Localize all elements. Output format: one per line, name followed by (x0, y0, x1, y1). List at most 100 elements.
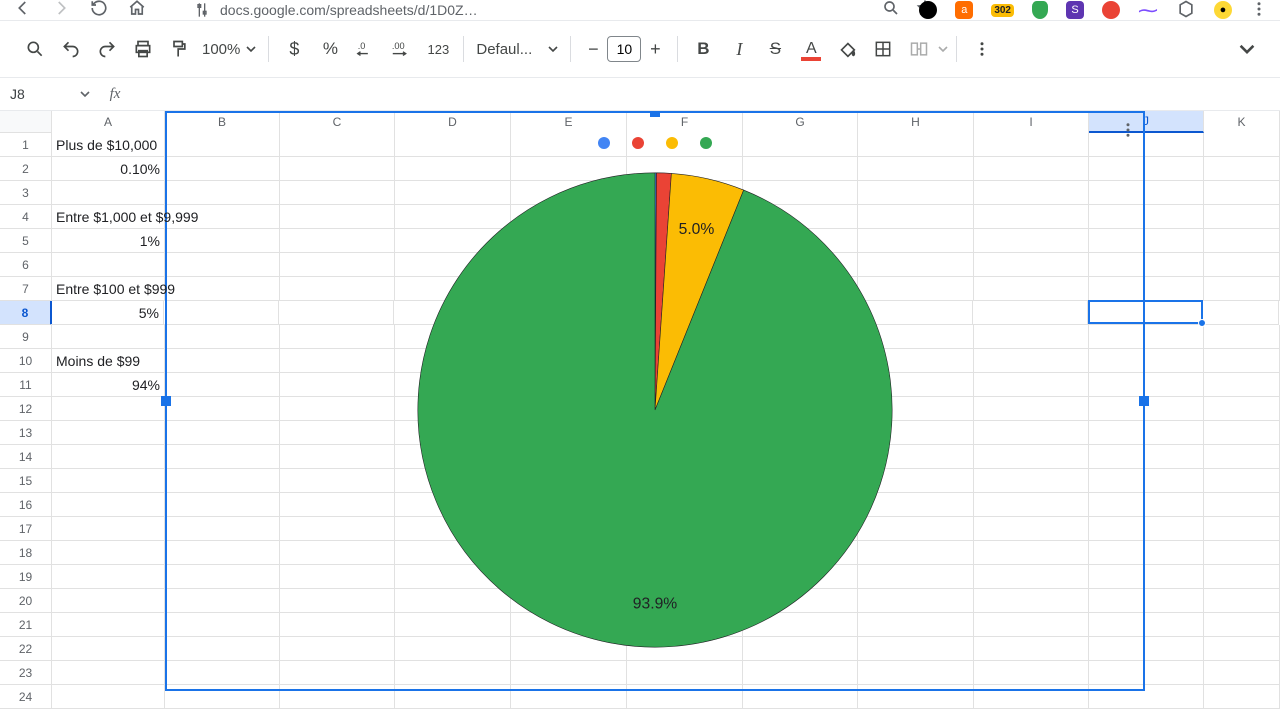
undo-icon[interactable] (54, 32, 88, 66)
row-header[interactable]: 16 (0, 493, 52, 517)
reload-icon[interactable] (90, 0, 108, 20)
extension-icon[interactable]: a (955, 1, 973, 19)
row-header[interactable]: 6 (0, 253, 52, 277)
address-bar[interactable]: docs.google.com/spreadsheets/d/1D0ZhuPvQ… (188, 2, 486, 18)
search-in-page-icon[interactable] (882, 0, 900, 20)
cell[interactable] (52, 517, 165, 541)
sheet-grid[interactable]: ABCDEFGHIJK 1Plus de $10,00020.10%34Entr… (0, 111, 1280, 720)
row-header[interactable]: 23 (0, 661, 52, 685)
cell[interactable] (52, 661, 165, 685)
cell[interactable] (52, 565, 165, 589)
print-icon[interactable] (126, 32, 160, 66)
cell[interactable] (52, 445, 165, 469)
row-header[interactable]: 15 (0, 469, 52, 493)
paint-format-icon[interactable] (162, 32, 196, 66)
cell[interactable] (1204, 661, 1280, 685)
cell[interactable]: 5% (51, 301, 164, 325)
cell[interactable]: Moins de $99 (52, 349, 165, 373)
cell[interactable]: 1% (52, 229, 165, 253)
cell[interactable] (1204, 637, 1280, 661)
row-header[interactable]: 8 (0, 301, 52, 325)
row-header[interactable]: 3 (0, 181, 52, 205)
fill-color-icon[interactable] (830, 32, 864, 66)
legend-swatch[interactable] (666, 137, 678, 149)
text-color-icon[interactable]: A (794, 32, 828, 66)
cell[interactable] (1204, 181, 1280, 205)
cell[interactable] (52, 325, 165, 349)
italic-icon[interactable]: I (722, 32, 756, 66)
cell[interactable] (1204, 325, 1280, 349)
select-all-corner[interactable] (0, 111, 52, 133)
format-123-button[interactable]: 123 (421, 32, 455, 66)
cell[interactable] (1204, 157, 1280, 181)
column-header[interactable]: K (1204, 111, 1280, 133)
redo-icon[interactable] (90, 32, 124, 66)
cell[interactable] (1204, 373, 1280, 397)
pie-chart[interactable]: 5.0%93.9% (410, 165, 900, 655)
embedded-chart[interactable]: 5.0%93.9% (165, 111, 1145, 691)
strikethrough-icon[interactable]: S (758, 32, 792, 66)
cell[interactable] (1204, 517, 1280, 541)
cell[interactable] (52, 181, 165, 205)
row-header[interactable]: 21 (0, 613, 52, 637)
profile-avatar[interactable]: ● (1214, 1, 1232, 19)
home-icon[interactable] (128, 0, 146, 20)
cell[interactable] (1204, 541, 1280, 565)
row-header[interactable]: 2 (0, 157, 52, 181)
format-percent-icon[interactable]: % (313, 32, 347, 66)
back-icon[interactable] (14, 0, 32, 20)
legend-swatch[interactable] (598, 137, 610, 149)
formula-input[interactable] (130, 78, 1280, 110)
cell[interactable] (1204, 133, 1280, 157)
kebab-menu-icon[interactable] (1250, 0, 1268, 21)
extension-icon[interactable]: S (1066, 1, 1084, 19)
decrease-decimal-icon[interactable]: .0 (349, 32, 383, 66)
legend-swatch[interactable] (632, 137, 644, 149)
row-header[interactable]: 18 (0, 541, 52, 565)
zoom-select[interactable]: 100% (198, 41, 260, 58)
resize-handle[interactable] (1139, 396, 1149, 406)
extension-icon[interactable] (919, 1, 937, 19)
merge-cells-icon[interactable] (902, 32, 936, 66)
format-currency-icon[interactable]: $ (277, 32, 311, 66)
cell[interactable] (1204, 589, 1280, 613)
cell[interactable] (52, 493, 165, 517)
cell[interactable] (1204, 229, 1280, 253)
pie-slice[interactable] (418, 173, 892, 647)
cell[interactable] (52, 541, 165, 565)
row-header[interactable]: 20 (0, 589, 52, 613)
row-header[interactable]: 17 (0, 517, 52, 541)
cell[interactable] (1204, 253, 1280, 277)
row-header[interactable]: 11 (0, 373, 52, 397)
forward-icon[interactable] (52, 0, 70, 20)
extension-icon[interactable]: ⁓ (1138, 0, 1158, 23)
cell[interactable] (1204, 277, 1280, 301)
row-header[interactable]: 24 (0, 685, 52, 709)
row-header[interactable]: 10 (0, 349, 52, 373)
chart-legend[interactable] (598, 137, 712, 149)
font-size-input[interactable] (607, 36, 641, 62)
site-settings-icon[interactable] (194, 2, 210, 18)
cell[interactable] (1204, 445, 1280, 469)
row-header[interactable]: 4 (0, 205, 52, 229)
extension-icon[interactable] (1102, 1, 1120, 19)
cell[interactable] (1204, 613, 1280, 637)
cell[interactable] (52, 421, 165, 445)
collapse-toolbar-icon[interactable] (1232, 34, 1262, 64)
row-header[interactable]: 13 (0, 421, 52, 445)
cell[interactable] (1204, 397, 1280, 421)
cell[interactable] (1204, 493, 1280, 517)
cell[interactable] (1204, 565, 1280, 589)
chevron-down-icon[interactable] (938, 44, 948, 54)
cell[interactable]: 94% (52, 373, 165, 397)
cell[interactable] (52, 253, 165, 277)
cell[interactable] (52, 637, 165, 661)
legend-swatch[interactable] (700, 137, 712, 149)
more-toolbar-icon[interactable] (965, 32, 999, 66)
increase-decimal-icon[interactable]: .00 (385, 32, 419, 66)
extension-badge[interactable]: 302 (991, 4, 1014, 17)
downloads-icon[interactable] (1176, 0, 1196, 22)
resize-handle[interactable] (650, 111, 660, 117)
row-header[interactable]: 12 (0, 397, 52, 421)
cell[interactable] (1204, 469, 1280, 493)
